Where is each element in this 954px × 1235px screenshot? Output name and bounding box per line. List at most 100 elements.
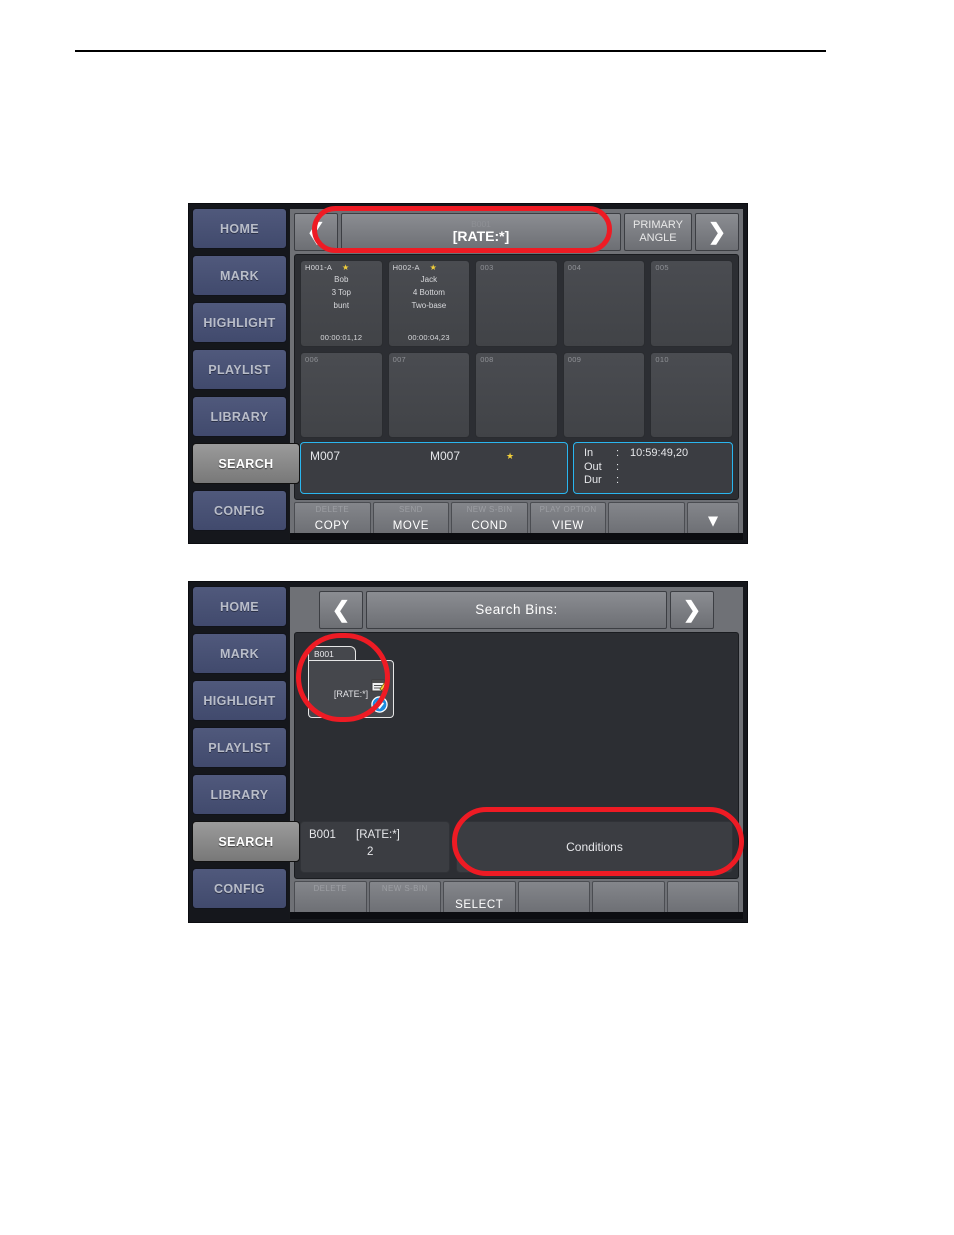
timecode-out-row: Out : (584, 461, 732, 475)
sidebar-item-highlight[interactable]: HIGHLIGHT (192, 302, 287, 343)
chevron-left-icon: ❮ (331, 597, 351, 622)
sidebar-item-label: HIGHLIGHT (203, 693, 276, 708)
clip-id: 010 (655, 354, 669, 364)
timecode-in-value: 10:59:49,20 (630, 447, 689, 459)
clip-id: H002-A (392, 263, 420, 272)
device-panel-search-bins: HOME MARK HIGHLIGHT PLAYLIST LIBRARY SEA… (188, 581, 748, 923)
screen-bottom-edge (290, 533, 743, 540)
clip-duration: 00:00:04,23 (407, 332, 450, 342)
clip-line3: Two-base (411, 301, 447, 310)
sidebar-item-label: HOME (219, 599, 260, 614)
download-arrow-icon (371, 696, 388, 713)
softkey-shift-label: NEW S-BIN (466, 505, 513, 514)
clip-id: H001-A (305, 263, 333, 272)
clip-id: 008 (480, 354, 494, 364)
clip-id: 005 (655, 263, 669, 272)
bin-summary: B001 [RATE:*] 2 (300, 821, 450, 873)
bin-id-label: B001 (309, 829, 336, 841)
timecode-panel: In : 10:59:49,20 Out : Dur : (573, 442, 733, 494)
sidebar-item-label: LIBRARY (210, 409, 269, 424)
search-bins-title[interactable]: Search Bins: (366, 591, 667, 629)
primary-angle-line1: PRIMARY (633, 219, 683, 232)
timecode-in-label: In (584, 447, 594, 459)
sidebar-item-highlight[interactable]: HIGHLIGHT (192, 680, 287, 721)
bin-info-row: B001 [RATE:*] 2 Conditions (300, 821, 733, 873)
clip-cell[interactable]: 006 (300, 351, 383, 438)
clip-cell[interactable]: 004 (562, 260, 646, 347)
clip-id: 004 (567, 263, 582, 272)
clip-cell[interactable]: 005 (650, 260, 733, 347)
bin-condition-label: [RATE:*] (356, 829, 400, 841)
clip-cell[interactable]: 003 (475, 260, 558, 347)
colon: : (616, 447, 620, 459)
softkey-label: MOVE (392, 520, 430, 532)
clip-cell[interactable]: H002-A ★ Jack 4 Bottom Two-base 00:00:04… (387, 260, 471, 347)
topbar-top: ❮ B001 [RATE:*] PRIMARY ANGLE ❯ (294, 213, 739, 251)
clip-line2: 4 Bottom (412, 288, 445, 297)
clip-line3: bunt (333, 301, 350, 310)
content-bottom: B001 [RATE:*] B001 [RATE:*] 2 Conditions (294, 632, 739, 879)
search-bin-folder-b001[interactable]: B001 [RATE:*] (308, 646, 394, 718)
selected-clip-id: M007 (310, 449, 341, 463)
softkey-shift-label: DELETE (315, 505, 350, 514)
chevron-right-icon: ❯ (707, 219, 727, 244)
clip-grid: H001-A ★ Bob 3 Top bunt 00:00:01,12 H002… (300, 260, 733, 438)
content-top: H001-A ★ Bob 3 Top bunt 00:00:01,12 H002… (294, 254, 739, 500)
star-icon: ★ (342, 263, 350, 272)
chevron-down-icon: ▾ (708, 509, 718, 530)
sidebar-item-mark[interactable]: MARK (192, 255, 287, 296)
colon: : (616, 460, 620, 473)
conditions-button[interactable]: Conditions (456, 821, 733, 873)
prev-page-button[interactable]: ❮ (319, 591, 363, 629)
sidebar-item-home[interactable]: HOME (192, 208, 287, 249)
softkey-shift-label: SEND (398, 505, 423, 514)
next-page-button[interactable]: ❯ (695, 213, 739, 251)
primary-angle-line2: ANGLE (639, 232, 677, 244)
selected-clip-field[interactable]: M007 M007 ★ (300, 442, 568, 494)
clip-cell[interactable]: 009 (562, 351, 646, 438)
sidebar-item-label: SEARCH (218, 834, 274, 849)
clip-meta: Bob 3 Top bunt (301, 273, 382, 312)
prev-page-button[interactable]: ❮ (294, 213, 338, 251)
sidebar-item-mark[interactable]: MARK (192, 633, 287, 674)
clip-cell[interactable]: 008 (475, 351, 558, 438)
edit-list-icon (371, 679, 388, 693)
timecode-dur-row: Dur : (584, 474, 732, 488)
search-bin-area: B001 [RATE:*] (300, 638, 733, 816)
sidebar-item-library[interactable]: LIBRARY (192, 774, 287, 815)
sidebar-item-config[interactable]: CONFIG (192, 868, 287, 909)
sidebar-item-label: HOME (219, 221, 260, 236)
clip-line1: Jack (420, 275, 438, 284)
chevron-right-icon: ❯ (682, 597, 702, 622)
next-page-button[interactable]: ❯ (670, 591, 714, 629)
selected-clip-name: M007 (430, 449, 461, 463)
clip-id: 006 (305, 354, 319, 364)
sidebar-item-home[interactable]: HOME (192, 586, 287, 627)
timecode-out-label: Out (584, 460, 602, 473)
softkey-label: COPY (314, 520, 350, 532)
folder-tab-label: B001 (314, 649, 334, 659)
sidebar-item-playlist[interactable]: PLAYLIST (192, 727, 287, 768)
clip-line2: 3 Top (331, 288, 352, 297)
timecode-in-row: In : 10:59:49,20 (584, 447, 732, 461)
sidebar-item-search[interactable]: SEARCH (192, 821, 300, 862)
sidebar-item-library[interactable]: LIBRARY (192, 396, 287, 437)
sidebar-item-config[interactable]: CONFIG (192, 490, 287, 531)
softkey-label: SELECT (455, 899, 504, 911)
clip-cell[interactable]: 007 (387, 351, 471, 438)
bin-title-field[interactable]: B001 [RATE:*] (341, 213, 621, 251)
sidebar-item-label: LIBRARY (210, 787, 269, 802)
clip-cell[interactable]: 010 (650, 351, 733, 438)
clip-cell[interactable]: H001-A ★ Bob 3 Top bunt 00:00:01,12 (300, 260, 383, 347)
primary-angle-button[interactable]: PRIMARY ANGLE (624, 213, 692, 251)
softkey-label: VIEW (552, 520, 584, 532)
sidebar-item-playlist[interactable]: PLAYLIST (192, 349, 287, 390)
folder-body: [RATE:*] (308, 660, 394, 718)
softkey-shift-label: PLAY OPTION (539, 505, 597, 514)
clip-duration: 00:00:01,12 (320, 332, 363, 342)
colon: : (616, 474, 620, 486)
topbar-bottom: ❮ Search Bins: ❯ (294, 591, 739, 629)
clip-id: 007 (392, 354, 407, 364)
sidebar-item-search[interactable]: SEARCH (192, 443, 300, 484)
